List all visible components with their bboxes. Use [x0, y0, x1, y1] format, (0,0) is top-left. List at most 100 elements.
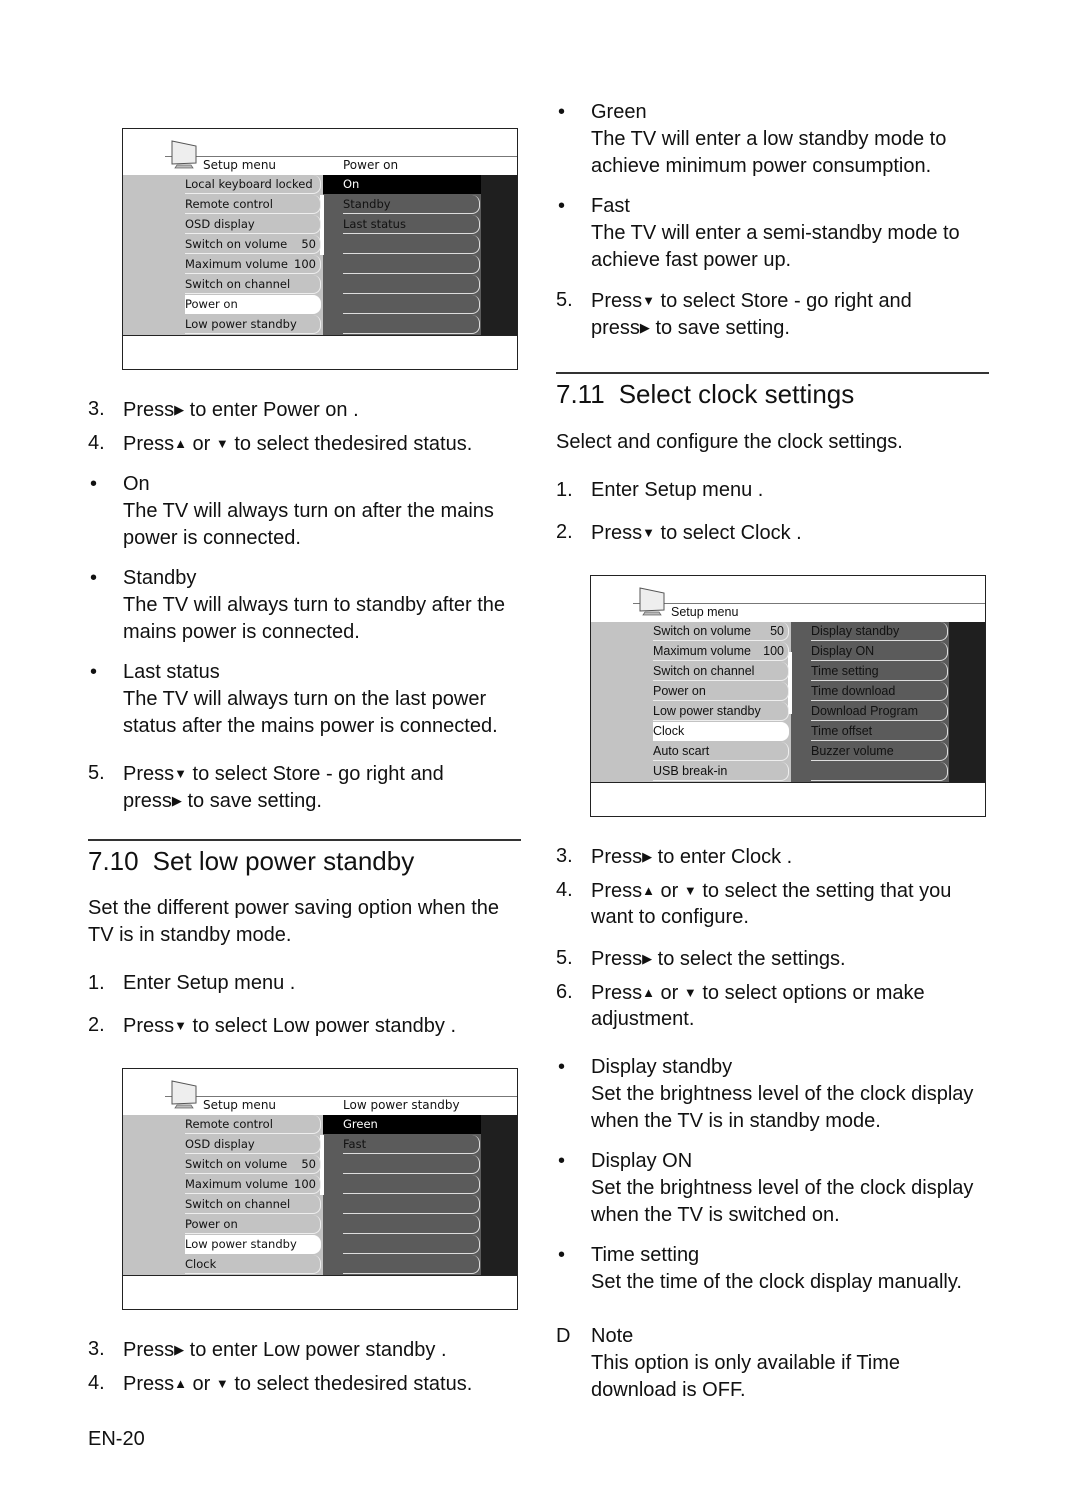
menu-item[interactable]: Clock	[653, 722, 789, 741]
submenu-option[interactable]: Green	[323, 1115, 481, 1134]
bullet-item: • Time setting Set the time of the clock d…	[556, 1242, 996, 1296]
step-text: to select Low power standby .	[187, 1015, 457, 1037]
menu-item-value: 100	[763, 644, 784, 658]
step-number: 4.	[88, 1372, 105, 1394]
menu-item[interactable]: Switch on volume 50	[185, 1155, 321, 1174]
step-text: Enter Setup menu .	[591, 479, 764, 501]
menu-item[interactable]: Low power standby	[653, 702, 789, 721]
step-text: or	[655, 880, 684, 902]
up-arrow-icon: ▲	[642, 883, 655, 898]
down-arrow-icon: ▼	[642, 525, 655, 540]
menu-item[interactable]: Switch on volume 50	[185, 235, 321, 254]
step-text: to enter Power on .	[184, 399, 359, 421]
menu-item[interactable]: OSD display	[185, 215, 321, 234]
menu-item-value: 100	[294, 1177, 316, 1191]
menu-item[interactable]: Power on	[185, 295, 321, 314]
submenu-option[interactable]: Download Program	[811, 702, 948, 721]
menu-item[interactable]: Low power standby	[185, 315, 321, 334]
menu-item-label: Clock	[185, 1257, 217, 1271]
submenu-option[interactable]	[343, 1215, 480, 1234]
submenu-option[interactable]: Last status	[343, 215, 480, 234]
step-text: to select options or make	[696, 982, 925, 1004]
menu-item[interactable]: Remote control	[185, 1115, 321, 1134]
bullet-item: • Display standby Set the brightness level…	[556, 1054, 996, 1135]
submenu-option[interactable]	[343, 1155, 480, 1174]
submenu-option-label: Buzzer volume	[811, 744, 894, 758]
menu-item[interactable]: USB break-in	[653, 762, 789, 781]
submenu-option[interactable]: Display ON	[811, 642, 948, 661]
menu-item-label: Power on	[185, 297, 238, 311]
menu-item[interactable]: Switch on channel	[185, 1195, 321, 1214]
step-number: 6.	[556, 981, 573, 1003]
menu-item[interactable]: Power on	[185, 1215, 321, 1234]
menu-item[interactable]: Auto scart	[653, 742, 789, 761]
menu-item[interactable]: Maximum volume 100	[185, 255, 321, 274]
menu-item[interactable]: OSD display	[185, 1135, 321, 1154]
step-number: 5.	[88, 762, 105, 784]
menu-item-label: Switch on volume	[653, 624, 751, 638]
step-list-b: 3. Press▶ to enter Low power standby . 4…	[88, 1336, 528, 1404]
submenu-option[interactable]	[343, 255, 480, 274]
bullet-text: Set the brightness level of the clock di…	[591, 1083, 974, 1105]
menu-item-label: Switch on volume	[185, 1157, 288, 1171]
menu-item[interactable]: Switch on volume 50	[653, 622, 789, 641]
scrollbar[interactable]	[788, 652, 792, 714]
intro-line: Set the different power saving option wh…	[88, 897, 500, 919]
bullet-text: status after the mains power is connecte…	[123, 715, 498, 737]
menu-item-value: 50	[301, 1157, 316, 1171]
step-text: Press	[123, 1373, 175, 1395]
submenu-option[interactable]: Buzzer volume	[811, 742, 948, 761]
submenu-option[interactable]: Time download	[811, 682, 948, 701]
bullet-item: • Green The TV will enter a low standby mo…	[556, 99, 996, 180]
step-text: press	[123, 790, 172, 812]
step-text: to select Store - go right and	[187, 763, 444, 785]
up-arrow-icon: ▲	[642, 985, 655, 1000]
menu-item[interactable]: Maximum volume 100	[185, 1175, 321, 1194]
submenu-option[interactable]	[343, 1175, 480, 1194]
menu-item-value: 50	[770, 624, 784, 638]
section-number: 7.11	[556, 379, 605, 409]
submenu-option[interactable]	[343, 1235, 480, 1254]
menu-item[interactable]: Switch on channel	[185, 275, 321, 294]
submenu-option[interactable]: Standby	[343, 195, 480, 214]
submenu-option[interactable]	[811, 762, 948, 781]
step-item: 3. Press▶ to enter Clock .	[556, 843, 996, 870]
submenu-option[interactable]	[343, 1255, 480, 1274]
submenu-option[interactable]: Display standby	[811, 622, 948, 641]
submenu-option[interactable]: Time setting	[811, 662, 948, 681]
step-number: 5.	[556, 289, 573, 311]
clock-settings-list: • Display standby Set the brightness level…	[556, 1054, 996, 1309]
menu-item[interactable]: Local keyboard locked	[185, 175, 321, 194]
step-text: or	[187, 433, 216, 455]
menu-item[interactable]: Low power standby	[185, 1235, 321, 1254]
menu-item[interactable]: Remote control	[185, 195, 321, 214]
section-title: Set low power standby	[152, 846, 415, 876]
bullet-title: Display standby	[591, 1056, 733, 1078]
step-number: 3.	[88, 1338, 105, 1360]
bullet-icon: •	[558, 101, 566, 123]
submenu-option[interactable]	[343, 275, 480, 294]
step-number: 4.	[88, 432, 105, 454]
menu-footer	[123, 1275, 517, 1309]
menu-body: Local keyboard locked Remote control OSD d…	[123, 175, 517, 335]
menu-item[interactable]: Power on	[653, 682, 789, 701]
section-intro: Select and configure the clock settings.	[556, 431, 903, 453]
menu-item-label: Remote control	[185, 197, 273, 211]
power-on-menu-screenshot: Setup menu Power on Local keyboard locke…	[122, 128, 518, 370]
menu-item-label: Maximum volume	[185, 1177, 288, 1191]
menu-item[interactable]: Maximum volume 100	[653, 642, 789, 661]
submenu-option[interactable]: Time offset	[811, 722, 948, 741]
submenu-option[interactable]	[343, 235, 480, 254]
menu-footer	[123, 335, 517, 369]
submenu-option[interactable]	[343, 295, 480, 314]
submenu-option[interactable]: On	[323, 175, 481, 194]
submenu-option[interactable]	[343, 315, 480, 334]
submenu-option-label: Download Program	[811, 704, 918, 718]
menu-item[interactable]: Switch on channel	[653, 662, 789, 681]
menu-item[interactable]: Clock	[185, 1255, 321, 1274]
bullet-icon: •	[90, 661, 98, 683]
menu-item-label: Local keyboard locked	[185, 177, 313, 191]
step-text: adjustment.	[591, 1008, 695, 1030]
submenu-option[interactable]	[343, 1195, 480, 1214]
submenu-option[interactable]: Fast	[343, 1135, 480, 1154]
